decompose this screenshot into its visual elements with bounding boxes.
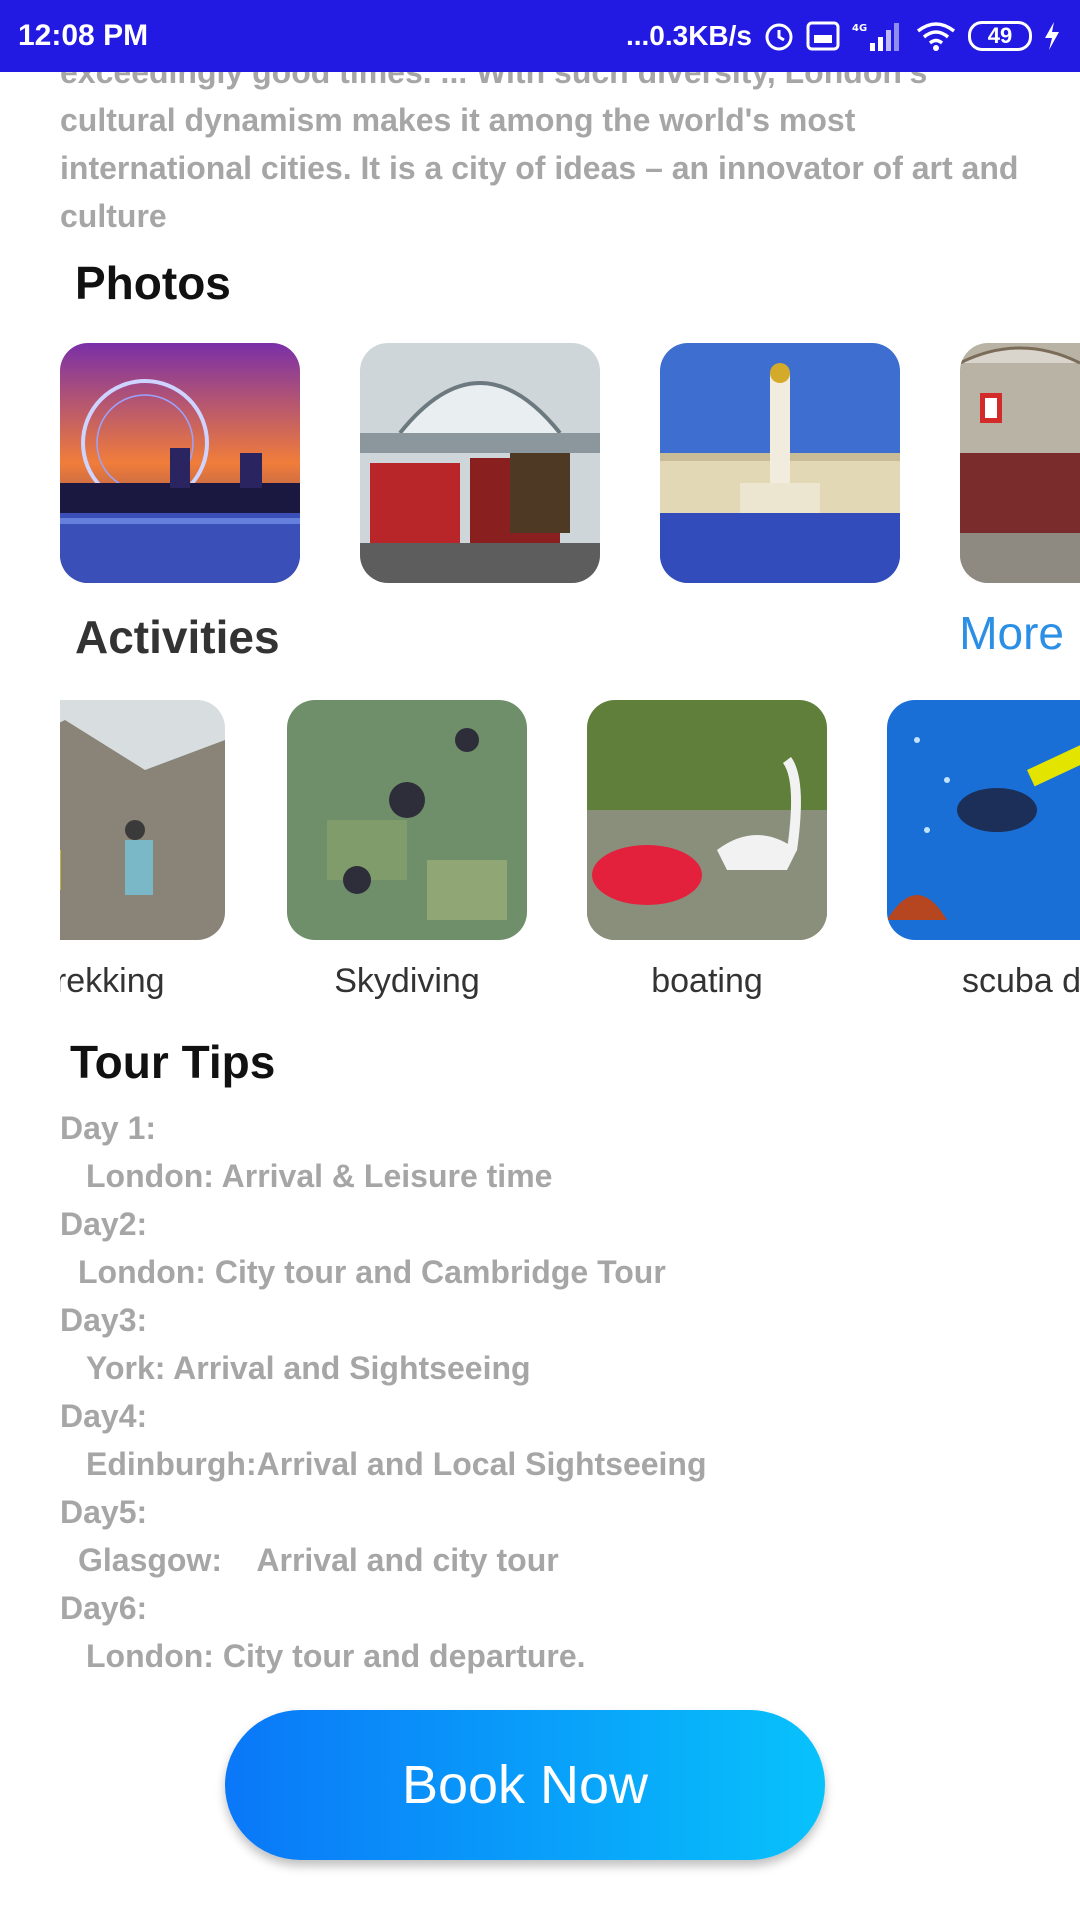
tip-day-label: Day2:: [60, 1206, 148, 1242]
activities-carousel[interactable]: trekking Skydiving boating: [60, 700, 1080, 1010]
battery-level: 49: [987, 23, 1013, 48]
activities-more-link[interactable]: More: [959, 606, 1064, 660]
scuba-image[interactable]: [887, 700, 1080, 940]
london-eye-photo[interactable]: [60, 343, 300, 583]
volte-icon: [806, 21, 840, 51]
status-time: 12:08 PM: [18, 19, 149, 52]
intro-text-block: exceedingly good times. ... With such di…: [60, 72, 1020, 232]
trekking-image[interactable]: [60, 700, 225, 940]
network-speed: ...0.3KB/s: [625, 20, 752, 51]
leadenhall-market-photo[interactable]: [960, 343, 1080, 583]
buckingham-palace-photo[interactable]: [660, 343, 900, 583]
tip-day-label: Day4:: [60, 1398, 148, 1434]
status-bar: 12:08 PM ...0.3KB/s 4G 49: [0, 0, 1080, 72]
tip-day-label: Day3:: [60, 1302, 148, 1338]
photos-title: Photos: [75, 257, 231, 309]
intro-text: exceedingly good times. ... With such di…: [60, 72, 1019, 232]
tip-day-label: Day 1:: [60, 1110, 157, 1146]
photos-carousel[interactable]: [60, 343, 1080, 583]
wifi-icon: [916, 22, 956, 51]
tip-day-desc: Glasgow: Arrival and city tour: [78, 1542, 559, 1578]
scuba-label: scuba diving: [962, 962, 1080, 1000]
skydiving-image[interactable]: [287, 700, 527, 940]
tip-day-label: Day6:: [60, 1590, 148, 1626]
tip-day-desc: London: Arrival & Leisure time: [86, 1158, 553, 1194]
4g-signal-icon: 4G: [852, 23, 899, 51]
boating-label: boating: [651, 962, 763, 1000]
alarm-icon: [765, 23, 793, 51]
book-now-button[interactable]: Book Now: [225, 1710, 825, 1860]
tip-day-desc: York: Arrival and Sightseeing: [86, 1350, 531, 1386]
skydiving-label: Skydiving: [334, 962, 480, 1000]
boating-image[interactable]: [587, 700, 827, 940]
charging-icon: [1045, 22, 1059, 50]
transport-museum-photo[interactable]: [360, 343, 600, 583]
tip-day-desc: Edinburgh:Arrival and Local Sightseeing: [86, 1446, 707, 1482]
tip-day-desc: London: City tour and Cambridge Tour: [78, 1254, 666, 1290]
activities-title: Activities: [75, 611, 280, 663]
svg-text:4G: 4G: [852, 23, 867, 34]
tour-tips-title: Tour Tips: [70, 1036, 276, 1088]
trekking-label: trekking: [60, 962, 165, 1000]
tour-tips-list: Day 1: London: Arrival & Leisure time Da…: [60, 1104, 1020, 1680]
battery-icon: 49: [968, 21, 1032, 51]
tip-day-desc: London: City tour and departure.: [86, 1638, 586, 1674]
tip-day-label: Day5:: [60, 1494, 148, 1530]
